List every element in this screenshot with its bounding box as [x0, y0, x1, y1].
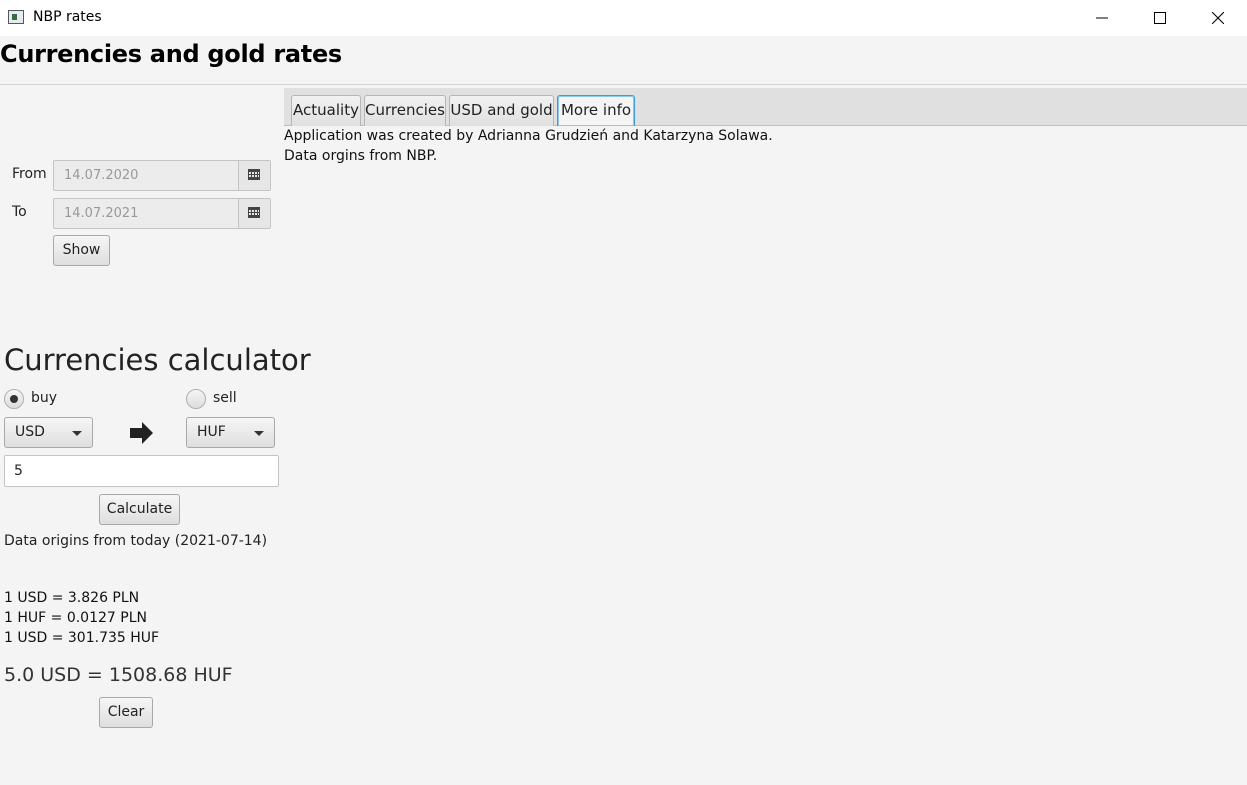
rate-line: 1 USD = 301.735 HUF	[4, 630, 160, 646]
from-date-value: 14.07.2020	[64, 168, 139, 183]
sell-label: sell	[213, 390, 237, 406]
close-icon	[1212, 12, 1224, 24]
to-calendar-button[interactable]	[238, 199, 270, 228]
maximize-button[interactable]	[1131, 0, 1189, 36]
rate-line: 1 HUF = 0.0127 PLN	[4, 610, 147, 626]
chevron-down-icon	[254, 431, 264, 436]
tab-bar: Actuality Currencies USD and gold More i…	[284, 88, 1247, 126]
from-calendar-button[interactable]	[238, 161, 270, 190]
maximize-icon	[1154, 12, 1166, 24]
minimize-button[interactable]	[1073, 0, 1131, 36]
buy-label: buy	[31, 390, 58, 406]
to-currency-value: HUF	[197, 424, 226, 440]
calendar-icon	[248, 169, 260, 180]
calculate-button[interactable]: Calculate	[99, 494, 180, 525]
tab-usd-and-gold[interactable]: USD and gold	[449, 95, 554, 126]
window-title: NBP rates	[33, 9, 102, 25]
calculator-title: Currencies calculator	[4, 343, 311, 377]
header-separator	[0, 84, 1247, 85]
show-button[interactable]: Show	[53, 235, 110, 266]
chevron-down-icon	[72, 431, 82, 436]
to-label: To	[12, 204, 27, 220]
from-date-picker[interactable]: 14.07.2020	[53, 160, 271, 191]
app-icon	[8, 10, 24, 24]
page-title: Currencies and gold rates	[0, 40, 342, 68]
amount-value: 5	[14, 463, 23, 479]
to-date-value: 14.07.2021	[64, 206, 139, 221]
sell-radio[interactable]	[186, 389, 206, 409]
buy-radio[interactable]	[4, 389, 24, 409]
rate-line: 1 USD = 3.826 PLN	[4, 590, 140, 606]
tab-more-info[interactable]: More info	[557, 95, 635, 126]
conversion-result: 5.0 USD = 1508.68 HUF	[4, 664, 233, 686]
tab-currencies[interactable]: Currencies	[364, 95, 446, 126]
from-currency-select[interactable]: USD	[4, 417, 93, 448]
info-line-source: Data orgins from NBP.	[284, 148, 438, 164]
calendar-icon	[248, 207, 260, 218]
amount-input[interactable]: 5	[4, 455, 279, 487]
from-label: From	[12, 166, 47, 182]
clear-button[interactable]: Clear	[99, 697, 153, 728]
minimize-icon	[1096, 17, 1108, 19]
info-line-authors: Application was created by Adrianna Grud…	[284, 128, 773, 144]
radio-dot	[10, 395, 18, 403]
tab-actuality[interactable]: Actuality	[291, 95, 361, 126]
title-bar: NBP rates	[0, 0, 1247, 36]
data-note: Data origins from today (2021-07-14)	[4, 533, 268, 549]
arrow-right-icon	[130, 422, 153, 444]
to-currency-select[interactable]: HUF	[186, 417, 275, 448]
to-date-picker[interactable]: 14.07.2021	[53, 198, 271, 229]
from-currency-value: USD	[15, 424, 45, 440]
close-button[interactable]	[1189, 0, 1247, 36]
